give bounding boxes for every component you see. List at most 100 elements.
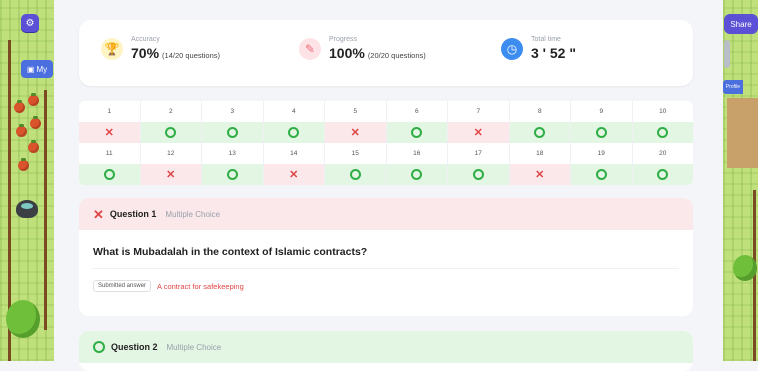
question-number-cell[interactable]: 6 <box>387 101 448 122</box>
question-text: What is Mubadalah in the context of Isla… <box>93 246 368 258</box>
clock-icon: ◷ <box>501 37 523 60</box>
accuracy-label: Accuracy <box>131 36 160 43</box>
wrong-result-cell[interactable]: ✕ <box>79 122 141 143</box>
bag-icon: ▣ <box>26 64 35 74</box>
result-mark-row: ✕ ✕ ✕ <box>79 164 693 185</box>
submitted-answer-tag: Submitted answer <box>93 280 152 292</box>
question-number-cell[interactable]: 9 <box>571 101 633 122</box>
correct-result-cell[interactable] <box>202 164 264 185</box>
correct-result-cell[interactable] <box>632 122 693 143</box>
accuracy-stat: 🏆 Accuracy 70% (14/20 questions) <box>101 36 220 61</box>
wrong-result-cell[interactable]: ✕ <box>263 164 325 185</box>
time-label: Total time <box>531 36 561 43</box>
question-number-cell[interactable]: 2 <box>141 101 202 122</box>
correct-result-cell[interactable] <box>140 122 202 143</box>
question-number: Question 2 <box>111 342 158 352</box>
my-button[interactable]: ▣ My <box>21 60 53 78</box>
correct-icon <box>103 169 115 180</box>
results-panel: 🏆 Accuracy 70% (14/20 questions) ✎ Progre… <box>55 0 723 371</box>
question-number-cell[interactable]: 20 <box>633 143 694 164</box>
wrong-result-cell[interactable]: ✕ <box>140 164 202 185</box>
stats-card: 🏆 Accuracy 70% (14/20 questions) ✎ Progre… <box>79 20 693 86</box>
fence <box>44 90 47 330</box>
correct-result-cell[interactable] <box>325 164 387 185</box>
correct-icon <box>93 341 105 353</box>
game-background-left <box>0 0 54 361</box>
correct-result-cell[interactable] <box>509 122 571 143</box>
wrong-icon: ✕ <box>350 127 360 139</box>
question-number-cell[interactable]: 10 <box>633 101 694 122</box>
question-number-cell[interactable]: 16 <box>387 143 448 164</box>
question-number-cell[interactable]: 11 <box>79 143 141 164</box>
wrong-result-cell[interactable]: ✕ <box>325 122 387 143</box>
tomato-crop <box>30 116 41 129</box>
game-menu-button[interactable]: ⚙ <box>21 14 39 32</box>
time-stat: ◷ Total time 3 ' 52 " <box>501 36 576 61</box>
question-type: Multiple Choice <box>166 342 222 352</box>
correct-result-cell[interactable] <box>632 164 693 185</box>
wrong-icon: ✕ <box>289 169 299 181</box>
correct-result-cell[interactable] <box>448 164 510 185</box>
question-card: Question 2 Multiple Choice <box>79 331 693 371</box>
result-mark-row: ✕ ✕ ✕ <box>79 122 693 143</box>
correct-result-cell[interactable] <box>571 164 633 185</box>
accuracy-value: 70% (14/20 questions) <box>131 45 220 61</box>
question-number-cell[interactable]: 8 <box>510 101 571 122</box>
correct-result-cell[interactable] <box>571 122 633 143</box>
correct-icon <box>411 169 423 180</box>
question-number-cell[interactable]: 3 <box>202 101 264 122</box>
correct-result-cell[interactable] <box>386 122 448 143</box>
question-header: Question 2 Multiple Choice <box>79 331 693 363</box>
question-number-row: 1 2 3 4 5 6 7 8 9 10 <box>79 101 693 122</box>
progress-label: Progress <box>329 36 358 43</box>
correct-icon <box>349 169 361 180</box>
trophy-icon: 🏆 <box>101 37 123 60</box>
correct-result-cell[interactable] <box>79 164 141 185</box>
question-number-cell[interactable]: 15 <box>325 143 387 164</box>
question-number: Question 1 <box>109 209 157 219</box>
submitted-answer-text: A contract for safekeeping <box>157 281 244 291</box>
wrong-icon: ✕ <box>93 206 104 222</box>
correct-icon <box>226 169 238 180</box>
tomato-crop <box>16 124 27 137</box>
question-number-cell[interactable]: 14 <box>264 143 325 164</box>
tomato-crop <box>28 93 39 106</box>
question-number-cell[interactable]: 4 <box>264 101 325 122</box>
correct-icon <box>657 169 669 180</box>
pencil-icon: ✎ <box>299 37 321 60</box>
wrong-icon: ✕ <box>104 127 114 139</box>
question-number-cell[interactable]: 1 <box>79 101 141 122</box>
wrong-result-cell[interactable]: ✕ <box>448 122 510 143</box>
correct-result-cell[interactable] <box>386 164 448 185</box>
correct-result-cell[interactable] <box>202 122 264 143</box>
correct-result-cell[interactable] <box>263 122 325 143</box>
question-number-cell[interactable]: 13 <box>202 143 264 164</box>
wrong-icon: ✕ <box>535 169 545 181</box>
correct-icon <box>472 169 484 180</box>
results-grid: 1 2 3 4 5 6 7 8 9 10 ✕ ✕ ✕ 11 12 13 14 15 16 17 18 19 20 ✕ ✕ ✕ <box>79 101 693 185</box>
question-number-cell[interactable]: 18 <box>510 143 571 164</box>
share-button[interactable]: Share <box>724 14 758 34</box>
tree <box>733 255 757 281</box>
scrollbar[interactable] <box>724 40 730 68</box>
question-number-cell[interactable]: 12 <box>141 143 202 164</box>
gear-icon: ⚙ <box>25 17 35 29</box>
correct-icon <box>595 127 607 138</box>
correct-icon <box>595 169 607 180</box>
question-number-cell[interactable]: 7 <box>448 101 510 122</box>
time-value: 3 ' 52 " <box>531 45 576 61</box>
question-number-cell[interactable]: 19 <box>571 143 633 164</box>
correct-icon <box>165 127 177 138</box>
question-header: ✕ Question 1 Multiple Choice <box>79 198 693 230</box>
tomato-crop <box>14 100 25 113</box>
tree <box>6 300 40 338</box>
question-number-cell[interactable]: 5 <box>325 101 387 122</box>
progress-stat: ✎ Progress 100% (20/20 questions) <box>299 36 426 61</box>
cauldron <box>16 200 38 218</box>
wrong-result-cell[interactable]: ✕ <box>509 164 571 185</box>
profile-button[interactable]: Profile <box>723 80 743 94</box>
submitted-answer: Submitted answer A contract for safekeep… <box>93 280 244 292</box>
correct-icon <box>226 127 238 138</box>
progress-value: 100% (20/20 questions) <box>329 45 426 61</box>
question-number-cell[interactable]: 17 <box>448 143 510 164</box>
